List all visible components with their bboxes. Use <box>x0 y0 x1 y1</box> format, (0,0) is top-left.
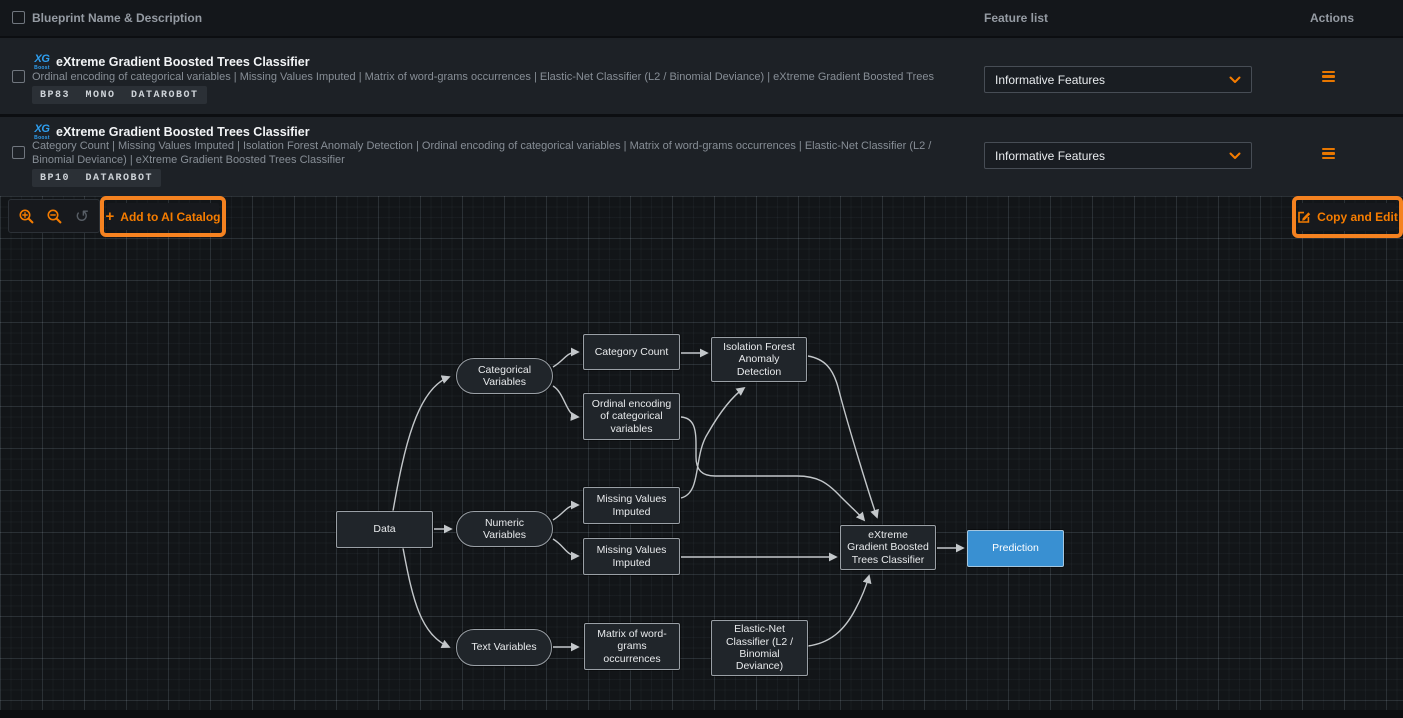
feature-list-value: Informative Features <box>995 149 1105 163</box>
undo-icon[interactable]: ↺ <box>71 205 93 227</box>
node-text-variables[interactable]: Text Variables <box>456 629 552 666</box>
node-isolation-forest[interactable]: Isolation Forest Anomaly Detection <box>711 337 807 382</box>
node-prediction[interactable]: Prediction <box>967 530 1064 567</box>
feature-list-value: Informative Features <box>995 73 1105 87</box>
node-categorical-variables[interactable]: Categorical Variables <box>456 358 553 394</box>
blueprint-badge: BP83 MONO DATAROBOT <box>32 86 207 104</box>
row-actions-menu-icon[interactable] <box>1322 71 1335 82</box>
canvas-zoom-toolbar: ↺ <box>8 199 100 233</box>
node-xgboost-classifier[interactable]: eXtreme Gradient Boosted Trees Classifie… <box>840 525 936 570</box>
zoom-in-icon[interactable] <box>15 205 37 227</box>
blueprint-badge: BP10 DATAROBOT <box>32 169 161 187</box>
xgboost-icon: XG Boost <box>31 54 53 71</box>
row-actions-menu-icon[interactable] <box>1322 148 1335 159</box>
node-data[interactable]: Data <box>336 511 433 548</box>
copy-and-edit-label: Copy and Edit <box>1317 210 1398 224</box>
node-numeric-variables[interactable]: Numeric Variables <box>456 511 553 547</box>
feature-list-dropdown[interactable]: Informative Features <box>984 142 1252 169</box>
node-ordinal-encoding[interactable]: Ordinal encoding of categorical variable… <box>583 393 680 440</box>
row-checkbox[interactable] <box>12 146 25 159</box>
node-elastic-net[interactable]: Elastic-Net Classifier (L2 / Binomial De… <box>711 620 808 676</box>
chevron-down-icon <box>1229 152 1241 160</box>
zoom-out-icon[interactable] <box>43 205 65 227</box>
add-to-ai-catalog-button[interactable]: + Add to AI Catalog <box>107 203 219 230</box>
edit-pencil-icon <box>1297 210 1311 224</box>
blueprint-title: eXtreme Gradient Boosted Trees Classifie… <box>56 125 310 139</box>
blueprint-description: Category Count | Missing Values Imputed … <box>32 140 947 168</box>
canvas-bottom-edge <box>0 710 1403 718</box>
plus-icon: + <box>106 209 115 224</box>
feature-list-dropdown[interactable]: Informative Features <box>984 66 1252 93</box>
blueprint-title: eXtreme Gradient Boosted Trees Classifie… <box>56 55 310 69</box>
node-missing-values-imputed-1[interactable]: Missing Values Imputed <box>583 487 680 524</box>
select-all-checkbox[interactable] <box>12 11 25 24</box>
blueprint-canvas[interactable]: Data Categorical Variables Numeric Varia… <box>0 196 1403 718</box>
node-matrix-word-grams[interactable]: Matrix of word-grams occurrences <box>584 623 680 670</box>
column-header-feature-list: Feature list <box>984 11 1048 25</box>
add-to-ai-catalog-label: Add to AI Catalog <box>120 210 220 224</box>
node-category-count[interactable]: Category Count <box>583 334 680 370</box>
blueprint-table: Blueprint Name & Description Feature lis… <box>0 0 1403 196</box>
blueprint-edges <box>0 196 1403 718</box>
table-header-row: Blueprint Name & Description Feature lis… <box>0 0 1403 36</box>
chevron-down-icon <box>1229 76 1241 84</box>
copy-and-edit-button[interactable]: Copy and Edit <box>1299 203 1396 231</box>
table-row[interactable]: XG Boost eXtreme Gradient Boosted Trees … <box>0 117 1403 196</box>
table-row[interactable]: XG Boost eXtreme Gradient Boosted Trees … <box>0 38 1403 114</box>
column-header-name: Blueprint Name & Description <box>32 11 202 25</box>
node-missing-values-imputed-2[interactable]: Missing Values Imputed <box>583 538 680 575</box>
row-checkbox[interactable] <box>12 70 25 83</box>
xgboost-icon: XG Boost <box>31 124 53 141</box>
column-header-actions: Actions <box>1310 11 1354 25</box>
